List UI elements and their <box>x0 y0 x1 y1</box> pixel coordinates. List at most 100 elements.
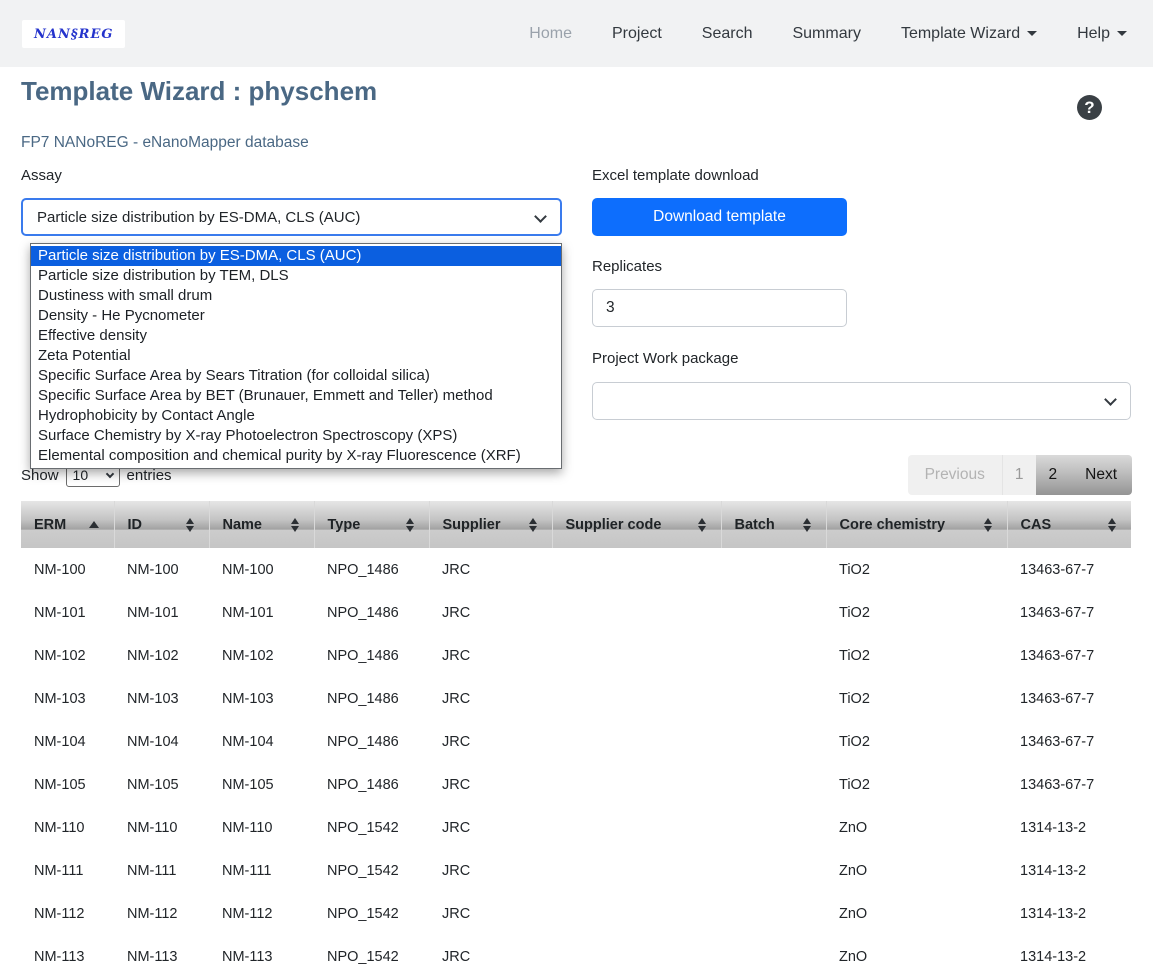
download-template-button[interactable]: Download template <box>592 198 847 236</box>
cell-erm: NM-110 <box>21 806 114 849</box>
sort-both-icon <box>186 518 194 532</box>
table-row[interactable]: NM-103NM-103NM-103NPO_1486JRCTiO213463-6… <box>21 677 1131 720</box>
cell-supplier-code <box>552 634 721 677</box>
column-header-erm[interactable]: ERM <box>21 501 114 548</box>
help-icon[interactable]: ? <box>1077 95 1102 120</box>
cell-type: NPO_1486 <box>314 677 429 720</box>
page-title: Template Wizard : physchem <box>21 76 1132 106</box>
column-header-cas[interactable]: CAS <box>1007 501 1131 548</box>
cell-batch <box>721 806 826 849</box>
replicates-input[interactable] <box>592 289 847 327</box>
cell-supplier: JRC <box>429 677 552 720</box>
cell-type: NPO_1486 <box>314 548 429 591</box>
cell-cas: 1314-13-2 <box>1007 849 1131 892</box>
pagination-page-2-button[interactable]: 2 <box>1036 455 1071 495</box>
assay-selected-value: Particle size distribution by ES-DMA, CL… <box>37 209 360 226</box>
assay-option-effective-density[interactable]: Effective density <box>31 326 561 346</box>
cell-type: NPO_1542 <box>314 892 429 935</box>
cell-batch <box>721 677 826 720</box>
column-header-name[interactable]: Name <box>209 501 314 548</box>
column-header-core-chemistry[interactable]: Core chemistry <box>826 501 1007 548</box>
pagination-previous-button[interactable]: Previous <box>908 455 1002 495</box>
cell-batch <box>721 763 826 806</box>
cell-batch <box>721 548 826 591</box>
table-row[interactable]: NM-102NM-102NM-102NPO_1486JRCTiO213463-6… <box>21 634 1131 677</box>
nanoreg-logo[interactable]: NAN§REG <box>22 20 125 48</box>
cell-type: NPO_1486 <box>314 763 429 806</box>
column-header-type[interactable]: Type <box>314 501 429 548</box>
assay-option-dustiness-with-small-drum[interactable]: Dustiness with small drum <box>31 286 561 306</box>
pagination-highlight-group: 2 Next <box>1036 455 1133 495</box>
table-row[interactable]: NM-105NM-105NM-105NPO_1486JRCTiO213463-6… <box>21 763 1131 806</box>
cell-id: NM-100 <box>114 548 209 591</box>
chevron-down-icon <box>1117 31 1127 36</box>
assay-option-specific-surface-area-by-sears-titration[interactable]: Specific Surface Area by Sears Titration… <box>31 366 561 386</box>
show-label: Show <box>21 467 59 484</box>
assay-option-elemental-composition-and-chemical-purit[interactable]: Elemental composition and chemical purit… <box>31 446 561 466</box>
table-row[interactable]: NM-100NM-100NM-100NPO_1486JRCTiO213463-6… <box>21 548 1131 591</box>
assay-option-hydrophobicity-by-contact-angle[interactable]: Hydrophobicity by Contact Angle <box>31 406 561 426</box>
cell-batch <box>721 720 826 763</box>
table-row[interactable]: NM-111NM-111NM-111NPO_1542JRCZnO1314-13-… <box>21 849 1131 892</box>
pagination-page-1-button[interactable]: 1 <box>1002 455 1036 495</box>
top-navbar: NAN§REG Home Project Search Summary Template… <box>0 0 1153 67</box>
assay-option-particle-size-distribution-by-tem-dls[interactable]: Particle size distribution by TEM, DLS <box>31 266 561 286</box>
cell-name: NM-101 <box>209 591 314 634</box>
cell-cas: 13463-67-7 <box>1007 677 1131 720</box>
nav-item-summary[interactable]: Summary <box>792 25 860 43</box>
cell-core-chemistry: TiO2 <box>826 634 1007 677</box>
table-row[interactable]: NM-110NM-110NM-110NPO_1542JRCZnO1314-13-… <box>21 806 1131 849</box>
table-row[interactable]: NM-101NM-101NM-101NPO_1486JRCTiO213463-6… <box>21 591 1131 634</box>
chevron-down-icon <box>1104 393 1117 406</box>
cell-name: NM-113 <box>209 935 314 978</box>
assay-label: Assay <box>21 167 562 185</box>
cell-supplier: JRC <box>429 892 552 935</box>
nav-item-home[interactable]: Home <box>529 25 572 43</box>
column-header-supplier-code[interactable]: Supplier code <box>552 501 721 548</box>
cell-erm: NM-100 <box>21 548 114 591</box>
work-package-label: Project Work package <box>592 350 1131 368</box>
cell-name: NM-112 <box>209 892 314 935</box>
download-column: Excel template download Download templat… <box>592 167 1131 420</box>
assay-option-density-he-pycnometer[interactable]: Density - He Pycnometer <box>31 306 561 326</box>
assay-option-surface-chemistry-by-x-ray-photoelectron[interactable]: Surface Chemistry by X-ray Photoelectron… <box>31 426 561 446</box>
column-header-supplier[interactable]: Supplier <box>429 501 552 548</box>
nav-item-project[interactable]: Project <box>612 25 662 43</box>
column-label: CAS <box>1021 517 1109 533</box>
assay-option-particle-size-distribution-by-es-dma-cls[interactable]: Particle size distribution by ES-DMA, CL… <box>31 246 561 266</box>
cell-type: NPO_1542 <box>314 849 429 892</box>
cell-core-chemistry: ZnO <box>826 892 1007 935</box>
cell-supplier-code <box>552 806 721 849</box>
cell-supplier: JRC <box>429 591 552 634</box>
table-row[interactable]: NM-104NM-104NM-104NPO_1486JRCTiO213463-6… <box>21 720 1131 763</box>
cell-batch <box>721 849 826 892</box>
assay-option-zeta-potential[interactable]: Zeta Potential <box>31 346 561 366</box>
column-label: ID <box>128 517 186 533</box>
assay-select[interactable]: Particle size distribution by ES-DMA, CL… <box>21 198 562 236</box>
table-row[interactable]: NM-113NM-113NM-113NPO_1542JRCZnO1314-13-… <box>21 935 1131 978</box>
cell-supplier-code <box>552 548 721 591</box>
table-row[interactable]: NM-112NM-112NM-112NPO_1542JRCZnO1314-13-… <box>21 892 1131 935</box>
assay-dropdown-list: Particle size distribution by ES-DMA, CL… <box>30 243 562 469</box>
nav-item-help[interactable]: Help <box>1077 25 1127 43</box>
assay-column: Assay Particle size distribution by ES-D… <box>21 167 562 236</box>
cell-core-chemistry: ZnO <box>826 935 1007 978</box>
sort-both-icon <box>803 518 811 532</box>
assay-option-specific-surface-area-by-bet-brunauer-em[interactable]: Specific Surface Area by BET (Brunauer, … <box>31 386 561 406</box>
cell-name: NM-100 <box>209 548 314 591</box>
pagination-next-button[interactable]: Next <box>1070 455 1132 495</box>
cell-batch <box>721 591 826 634</box>
cell-core-chemistry: TiO2 <box>826 548 1007 591</box>
nav-item-template-wizard[interactable]: Template Wizard <box>901 25 1037 43</box>
nav-item-search[interactable]: Search <box>702 25 753 43</box>
work-package-select[interactable] <box>592 382 1131 420</box>
sort-both-icon <box>698 518 706 532</box>
cell-type: NPO_1486 <box>314 720 429 763</box>
cell-supplier-code <box>552 892 721 935</box>
cell-supplier-code <box>552 763 721 806</box>
cell-cas: 1314-13-2 <box>1007 806 1131 849</box>
cell-name: NM-110 <box>209 806 314 849</box>
column-header-id[interactable]: ID <box>114 501 209 548</box>
sort-ascending-icon <box>89 521 99 528</box>
column-header-batch[interactable]: Batch <box>721 501 826 548</box>
